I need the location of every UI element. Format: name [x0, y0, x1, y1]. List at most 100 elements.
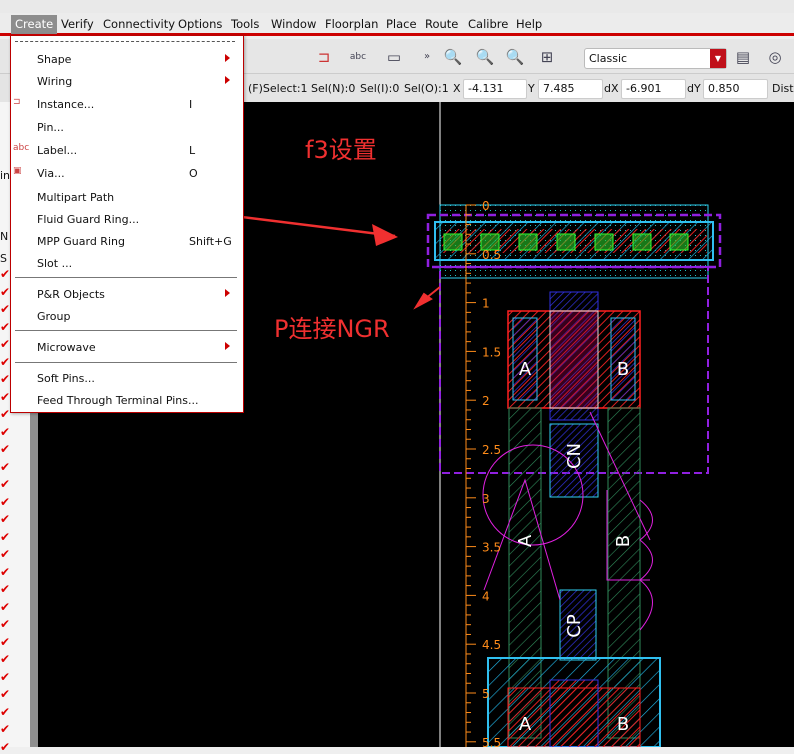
menu-item-mpp-guard-ring[interactable]: MPP Guard Ring Shift+G [11, 231, 243, 253]
menu-tools[interactable]: Tools [231, 17, 259, 31]
menu-window[interactable]: Window [271, 17, 316, 31]
zoom-out-icon[interactable]: 🔍 [475, 47, 495, 67]
submenu-arrow-icon [225, 289, 230, 297]
tear-off-line[interactable] [15, 41, 235, 42]
pin-label: A [519, 359, 532, 380]
menu-item-pin[interactable]: Pin... [11, 117, 243, 139]
menu-item-label: Soft Pins... [37, 372, 95, 385]
submenu-arrow-icon [225, 76, 230, 84]
menu-item-label: Microwave [37, 341, 96, 354]
select-count: (F)Select:1 [248, 82, 308, 95]
menu-calibre[interactable]: Calibre [468, 17, 508, 31]
menu-place[interactable]: Place [386, 17, 417, 31]
zoom-area-icon[interactable]: ⊞ [537, 47, 557, 67]
sel-o: Sel(O):1 [404, 82, 449, 95]
layer-visibility-checkbox[interactable]: ✔ [0, 687, 12, 701]
menu-separator [15, 277, 237, 278]
net-b-flightline [639, 499, 653, 631]
zoom-in-icon[interactable]: 🔍 [443, 47, 463, 67]
menu-item-label: MPP Guard Ring [37, 235, 125, 248]
visibility-icon[interactable]: ◎ [765, 47, 785, 67]
menu-route[interactable]: Route [425, 17, 458, 31]
menu-help[interactable]: Help [516, 17, 542, 31]
panel-label: N [0, 230, 9, 243]
layer-visibility-checkbox[interactable]: ✔ [0, 512, 12, 526]
menu-item-label: Wiring [37, 75, 73, 88]
layer-visibility-checkbox[interactable]: ✔ [0, 600, 12, 614]
ruler-label: 4.5 [482, 638, 501, 652]
layer-visibility-checkbox[interactable]: ✔ [0, 617, 12, 631]
ruler-label: 1.5 [482, 345, 501, 359]
layer-visibility-checkbox[interactable]: ✔ [0, 652, 12, 666]
menu-item-label: P&R Objects [37, 288, 105, 301]
ruler-label: 3 [482, 492, 490, 506]
menu-item-feed-through-terminal-pins[interactable]: Feed Through Terminal Pins... [11, 390, 243, 412]
menu-options[interactable]: Options [178, 17, 222, 31]
ruler-label: 4 [482, 589, 490, 603]
layer-visibility-checkbox[interactable]: ✔ [0, 442, 12, 456]
zoom-fit-icon[interactable]: 🔍 [505, 47, 525, 67]
menu-floorplan[interactable]: Floorplan [325, 17, 378, 31]
menu-item-fluid-guard-ring[interactable]: Fluid Guard Ring... [11, 209, 243, 231]
ruler-label: 0 [482, 199, 490, 213]
menu-item-label: Shape [37, 53, 72, 66]
panel-label: S [0, 252, 7, 265]
layer-visibility-checkbox[interactable]: ✔ [0, 565, 12, 579]
dx-label: dX [604, 82, 619, 95]
more-icon[interactable]: » [417, 47, 437, 67]
menu-item-slot[interactable]: Slot ... [11, 253, 243, 275]
menu-item-wiring[interactable]: Wiring [11, 71, 243, 93]
menu-create[interactable]: Create [11, 15, 58, 34]
layer-visibility-checkbox[interactable]: ✔ [0, 722, 12, 736]
y-field[interactable]: 7.485 [538, 79, 603, 99]
contact [669, 233, 689, 251]
layer-visibility-checkbox[interactable]: ✔ [0, 495, 12, 509]
pin-label: A [519, 714, 532, 735]
menu-item-shape[interactable]: Shape [11, 49, 243, 71]
x-field[interactable]: -4.131 [463, 79, 527, 99]
menu-item-multipart-path[interactable]: Multipart Path [11, 187, 243, 209]
pin-label: CP [564, 614, 585, 638]
layer-visibility-checkbox[interactable]: ✔ [0, 582, 12, 596]
create-pin-icon[interactable]: ▭ [384, 47, 404, 67]
ruler-label: 5 [482, 687, 490, 701]
layer-visibility-checkbox[interactable]: ✔ [0, 635, 12, 649]
layer-visibility-checkbox[interactable]: ✔ [0, 460, 12, 474]
dy-label: dY [687, 82, 701, 95]
create-label-icon[interactable]: abc [348, 47, 368, 67]
layer-visibility-checkbox[interactable]: ✔ [0, 547, 12, 561]
layer-visibility-checkbox[interactable]: ✔ [0, 425, 12, 439]
x-label: X [453, 82, 461, 95]
gate-region [549, 310, 599, 409]
create-instance-icon[interactable]: ⊐ [314, 47, 334, 67]
y-label: Y [528, 82, 535, 95]
shortcut: I [189, 98, 193, 111]
menu-verify[interactable]: Verify [61, 17, 94, 31]
menu-item-label: Via... [37, 167, 65, 180]
layer-visibility-checkbox[interactable]: ✔ [0, 670, 12, 684]
menu-item-label: Pin... [37, 121, 64, 134]
display-mode-select[interactable]: Classic ▼ [584, 48, 727, 69]
menu-item-soft-pins[interactable]: Soft Pins... [11, 368, 243, 390]
annotation-p-ngr: P连接NGR [274, 315, 390, 343]
menu-item-p-r-objects[interactable]: P&R Objects [11, 284, 243, 306]
menu-item-label: Instance... [37, 98, 95, 111]
dx-field[interactable]: -6.901 [621, 79, 686, 99]
menu-item-microwave[interactable]: Microwave [11, 337, 243, 359]
menu-item-group[interactable]: Group [11, 306, 243, 328]
menu-item-label[interactable]: abc Label... L [11, 140, 243, 162]
menu-item-via[interactable]: ▣ Via... O [11, 163, 243, 185]
layer-visibility-checkbox[interactable]: ✔ [0, 530, 12, 544]
ruler-label: 2 [482, 394, 490, 408]
menu-connectivity[interactable]: Connectivity [103, 17, 175, 31]
ruler-label: 5.5 [482, 736, 501, 747]
menu-item-label: Fluid Guard Ring... [37, 213, 140, 226]
menu-item-label: Feed Through Terminal Pins... [37, 394, 199, 407]
layer-visibility-checkbox[interactable]: ✔ [0, 477, 12, 491]
contact [556, 233, 576, 251]
window-icon[interactable]: ▤ [733, 47, 753, 67]
menu-item-instance[interactable]: ⊐ Instance... I [11, 94, 243, 116]
dy-field[interactable]: 0.850 [703, 79, 768, 99]
pin-label: B [617, 714, 629, 735]
layer-visibility-checkbox[interactable]: ✔ [0, 705, 12, 719]
